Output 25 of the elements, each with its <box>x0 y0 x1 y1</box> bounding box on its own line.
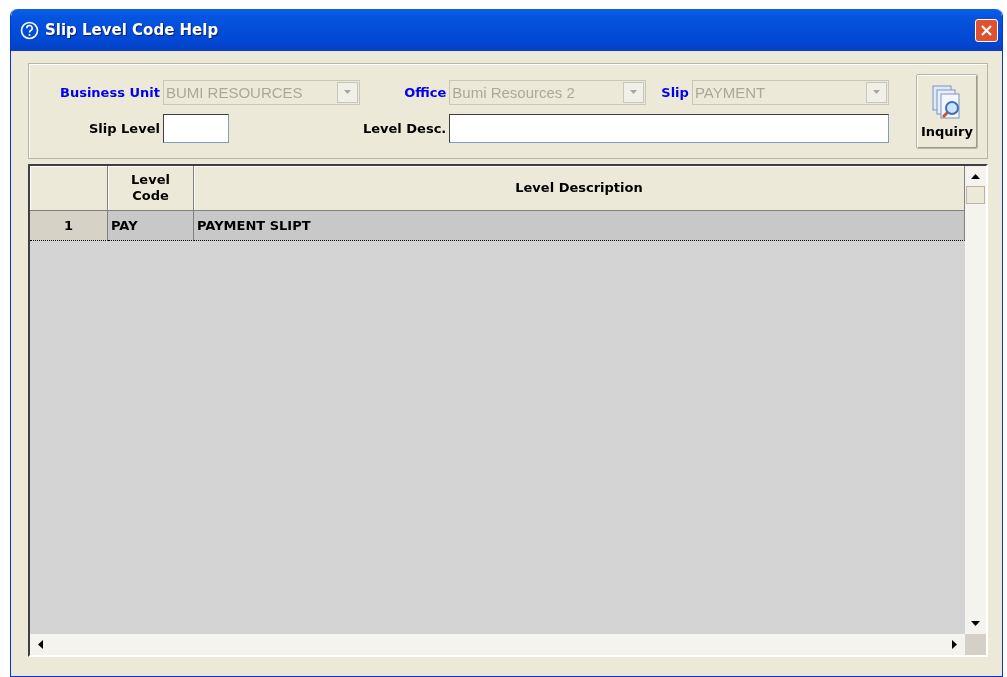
input-field[interactable] <box>162 113 229 143</box>
close-icon[interactable] <box>980 23 993 37</box>
scroll-down-icon[interactable] <box>971 621 980 627</box>
filter-label: Office <box>404 84 447 100</box>
close-button[interactable] <box>975 18 998 42</box>
column-header[interactable]: Level Code <box>108 166 194 211</box>
scroll-thumb[interactable] <box>966 186 985 204</box>
table-row[interactable]: 1 PAY PAYMENT SLIPT <box>30 211 965 241</box>
field-label: Slip Level <box>88 120 160 136</box>
input-field[interactable] <box>449 113 889 143</box>
help-icon <box>20 20 39 40</box>
table-cell: PAYMENT SLIPT <box>194 211 965 241</box>
window-title: Slip Level Code Help <box>45 21 220 39</box>
filter-label: Slip <box>661 84 689 100</box>
row-number: 1 <box>30 211 108 241</box>
column-header[interactable]: Level Description <box>194 166 965 211</box>
field-label: Level Desc. <box>362 120 447 136</box>
table-cell: PAY <box>108 211 194 241</box>
horizontal-scrollbar[interactable] <box>30 634 965 655</box>
scroll-up-icon[interactable] <box>971 173 980 179</box>
filter-label: Business Unit <box>60 84 160 100</box>
vertical-scrollbar[interactable] <box>965 166 986 634</box>
inquiry-button[interactable]: Inquiry <box>915 73 978 149</box>
scroll-left-icon[interactable] <box>37 640 43 649</box>
scroll-right-icon[interactable] <box>952 640 958 649</box>
